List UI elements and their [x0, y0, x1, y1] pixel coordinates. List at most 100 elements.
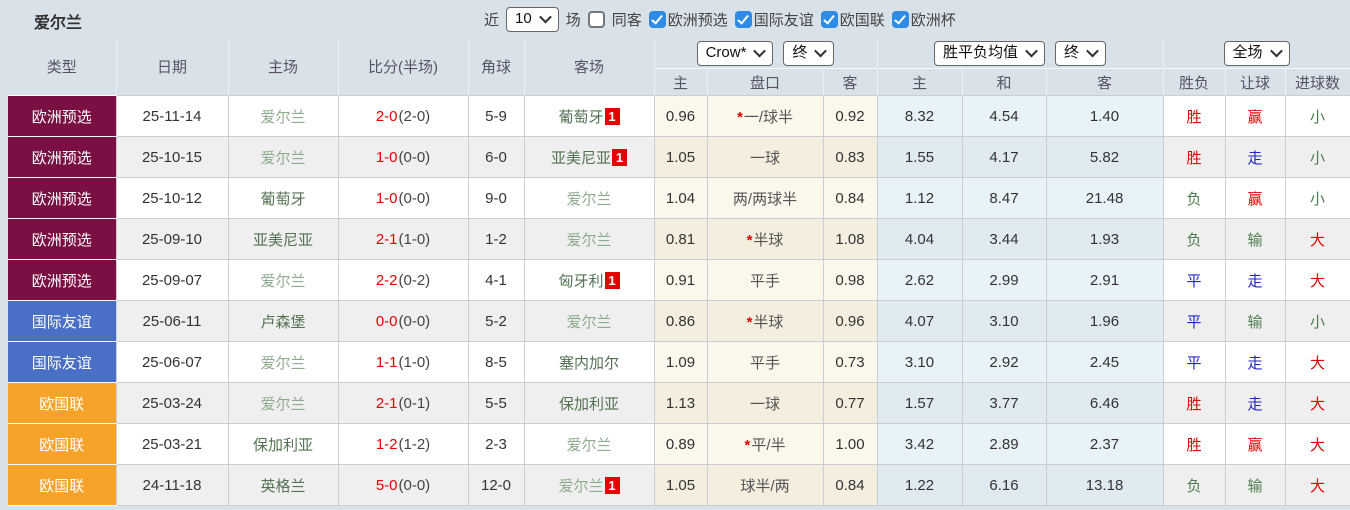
avg-away-cell: 1.40 [1045, 95, 1164, 137]
home-team-cell[interactable]: 亚美尼亚 [227, 218, 339, 260]
away-team-cell[interactable]: 亚美尼亚 1 [523, 136, 655, 178]
team-name[interactable]: 爱尔兰 [260, 109, 305, 126]
result-mark: 小 [1310, 108, 1326, 126]
home-team-cell[interactable]: 爱尔兰 [227, 382, 339, 424]
match-row: 欧国联 25-03-24 爱尔兰 2-1(0-1) 5-5 保加利亚 1.13 一球 0.77 1… [8, 382, 1350, 424]
home-team-cell[interactable]: 爱尔兰 [227, 95, 339, 137]
wdl-state-value: 终 [1064, 43, 1080, 61]
goals-result-cell: 大 [1284, 423, 1350, 465]
away-team-cell[interactable]: 爱尔兰 [523, 423, 655, 465]
corner-cell: 5-5 [467, 382, 525, 424]
team-name[interactable]: 爱尔兰 [566, 437, 611, 454]
goals-result-cell: 小 [1284, 95, 1350, 137]
home-team-cell[interactable]: 葡萄牙 [227, 177, 339, 219]
avg-away-cell: 5.82 [1045, 136, 1164, 178]
wdl-select[interactable]: 胜平负均值 [934, 40, 1046, 66]
rank-badge: 1 [604, 107, 620, 125]
col-header-odds-home: 主 [654, 68, 708, 96]
team-name[interactable]: 爱尔兰 [260, 396, 305, 413]
result-mark: 大 [1310, 272, 1326, 290]
crown-handicap-cell: *半球 [706, 218, 824, 260]
crown-home-odds-cell: 0.86 [653, 300, 708, 342]
filter-label: 欧洲杯 [910, 11, 956, 29]
filter-checkbox-nations-league[interactable] [820, 10, 838, 28]
away-team-cell[interactable]: 保加利亚 [523, 382, 655, 424]
same-venue-checkbox[interactable] [587, 10, 605, 28]
crown-handicap-cell: *半球 [706, 300, 824, 342]
col-header-handicap-result: 让球 [1225, 68, 1286, 96]
wdl-select-group: 胜平负均值 终 [877, 38, 1164, 69]
result-cell: 胜 [1162, 95, 1226, 137]
away-team-cell[interactable]: 爱尔兰 [523, 218, 655, 260]
home-team-cell[interactable]: 爱尔兰 [227, 259, 339, 301]
team-name[interactable]: 亚美尼亚 [551, 150, 611, 167]
date-cell: 25-03-21 [115, 423, 229, 465]
date-cell: 25-03-24 [115, 382, 229, 424]
team-name[interactable]: 卢森堡 [260, 314, 305, 331]
team-name[interactable]: 爱尔兰 [566, 314, 611, 331]
result-mark: 赢 [1247, 436, 1263, 454]
team-name[interactable]: 爱尔兰 [260, 273, 305, 290]
match-type-cell: 欧国联 [8, 382, 117, 424]
chevron-down-icon [814, 44, 828, 58]
result-mark: 大 [1310, 354, 1326, 372]
team-name[interactable]: 葡萄牙 [260, 191, 305, 208]
result-mark: 负 [1186, 477, 1202, 495]
home-team-cell[interactable]: 爱尔兰 [227, 136, 339, 178]
home-team-cell[interactable]: 卢森堡 [227, 300, 339, 342]
match-row: 欧洲预选 25-09-10 亚美尼亚 2-1(1-0) 1-2 爱尔兰 0.81 *半球 1.0… [8, 218, 1350, 260]
topbar: 爱尔兰 近 10 场 同客 欧洲预选 国际友谊 欧国联 欧洲杯 [0, 0, 1350, 38]
avg-draw-cell: 3.10 [961, 300, 1047, 342]
chevron-down-icon [1025, 44, 1038, 58]
team-name[interactable]: 塞内加尔 [559, 355, 619, 372]
filter-checkbox-euro-qualifier[interactable] [648, 10, 666, 28]
crown-select-group: Crow* 终 [654, 38, 878, 69]
avg-draw-cell: 2.92 [961, 341, 1047, 383]
avg-home-cell: 1.55 [876, 136, 963, 178]
away-team-cell[interactable]: 爱尔兰 [523, 177, 655, 219]
filter-checkbox-friendly[interactable] [734, 10, 752, 28]
away-team-cell[interactable]: 爱尔兰 1 [523, 464, 655, 506]
avg-home-cell: 1.22 [876, 464, 963, 506]
crown-away-odds-cell: 0.84 [822, 177, 878, 219]
team-name[interactable]: 爱尔兰 [558, 478, 603, 495]
result-mark: 大 [1310, 436, 1326, 454]
wdl-select-value: 胜平负均值 [943, 43, 1019, 61]
away-team-cell[interactable]: 匈牙利 1 [523, 259, 655, 301]
handicap-result-cell: 走 [1224, 259, 1286, 301]
crown-away-odds-cell: 0.77 [822, 382, 878, 424]
away-team-cell[interactable]: 塞内加尔 [523, 341, 655, 383]
team-name[interactable]: 爱尔兰 [260, 150, 305, 167]
bookmaker-select[interactable]: Crow* [696, 40, 774, 66]
rank-badge: 1 [604, 476, 620, 494]
avg-home-cell: 1.57 [876, 382, 963, 424]
team-name[interactable]: 亚美尼亚 [253, 232, 313, 249]
match-count-select[interactable]: 10 [506, 6, 559, 32]
team-name[interactable]: 爱尔兰 [566, 232, 611, 249]
result-mark: 输 [1247, 313, 1263, 331]
team-name[interactable]: 保加利亚 [253, 437, 313, 454]
bookmaker-state-value: 终 [792, 43, 808, 61]
home-team-cell[interactable]: 保加利亚 [227, 423, 339, 465]
result-mark: 走 [1247, 149, 1263, 167]
bookmaker-state-select[interactable]: 终 [783, 40, 835, 66]
wdl-state-select[interactable]: 终 [1055, 40, 1107, 66]
away-team-cell[interactable]: 爱尔兰 [523, 300, 655, 342]
team-name[interactable]: 爱尔兰 [566, 191, 611, 208]
away-team-cell[interactable]: 葡萄牙 1 [523, 95, 655, 137]
filter-friendly: 国际友谊 [734, 9, 814, 30]
col-header-corner: 角球 [468, 38, 525, 96]
rank-badge: 1 [604, 271, 620, 289]
filter-checkbox-euro-cup[interactable] [891, 10, 909, 28]
team-name[interactable]: 葡萄牙 [558, 109, 603, 126]
home-team-cell[interactable]: 爱尔兰 [227, 341, 339, 383]
crown-handicap-cell: 两/两球半 [706, 177, 824, 219]
team-name[interactable]: 英格兰 [260, 478, 305, 495]
team-name[interactable]: 保加利亚 [559, 396, 619, 413]
team-name[interactable]: 匈牙利 [558, 273, 603, 290]
avg-away-cell: 2.91 [1045, 259, 1164, 301]
team-name[interactable]: 爱尔兰 [260, 355, 305, 372]
score-cell: 2-2(0-2) [337, 259, 469, 301]
home-team-cell[interactable]: 英格兰 [227, 464, 339, 506]
period-select[interactable]: 全场 [1223, 40, 1290, 66]
